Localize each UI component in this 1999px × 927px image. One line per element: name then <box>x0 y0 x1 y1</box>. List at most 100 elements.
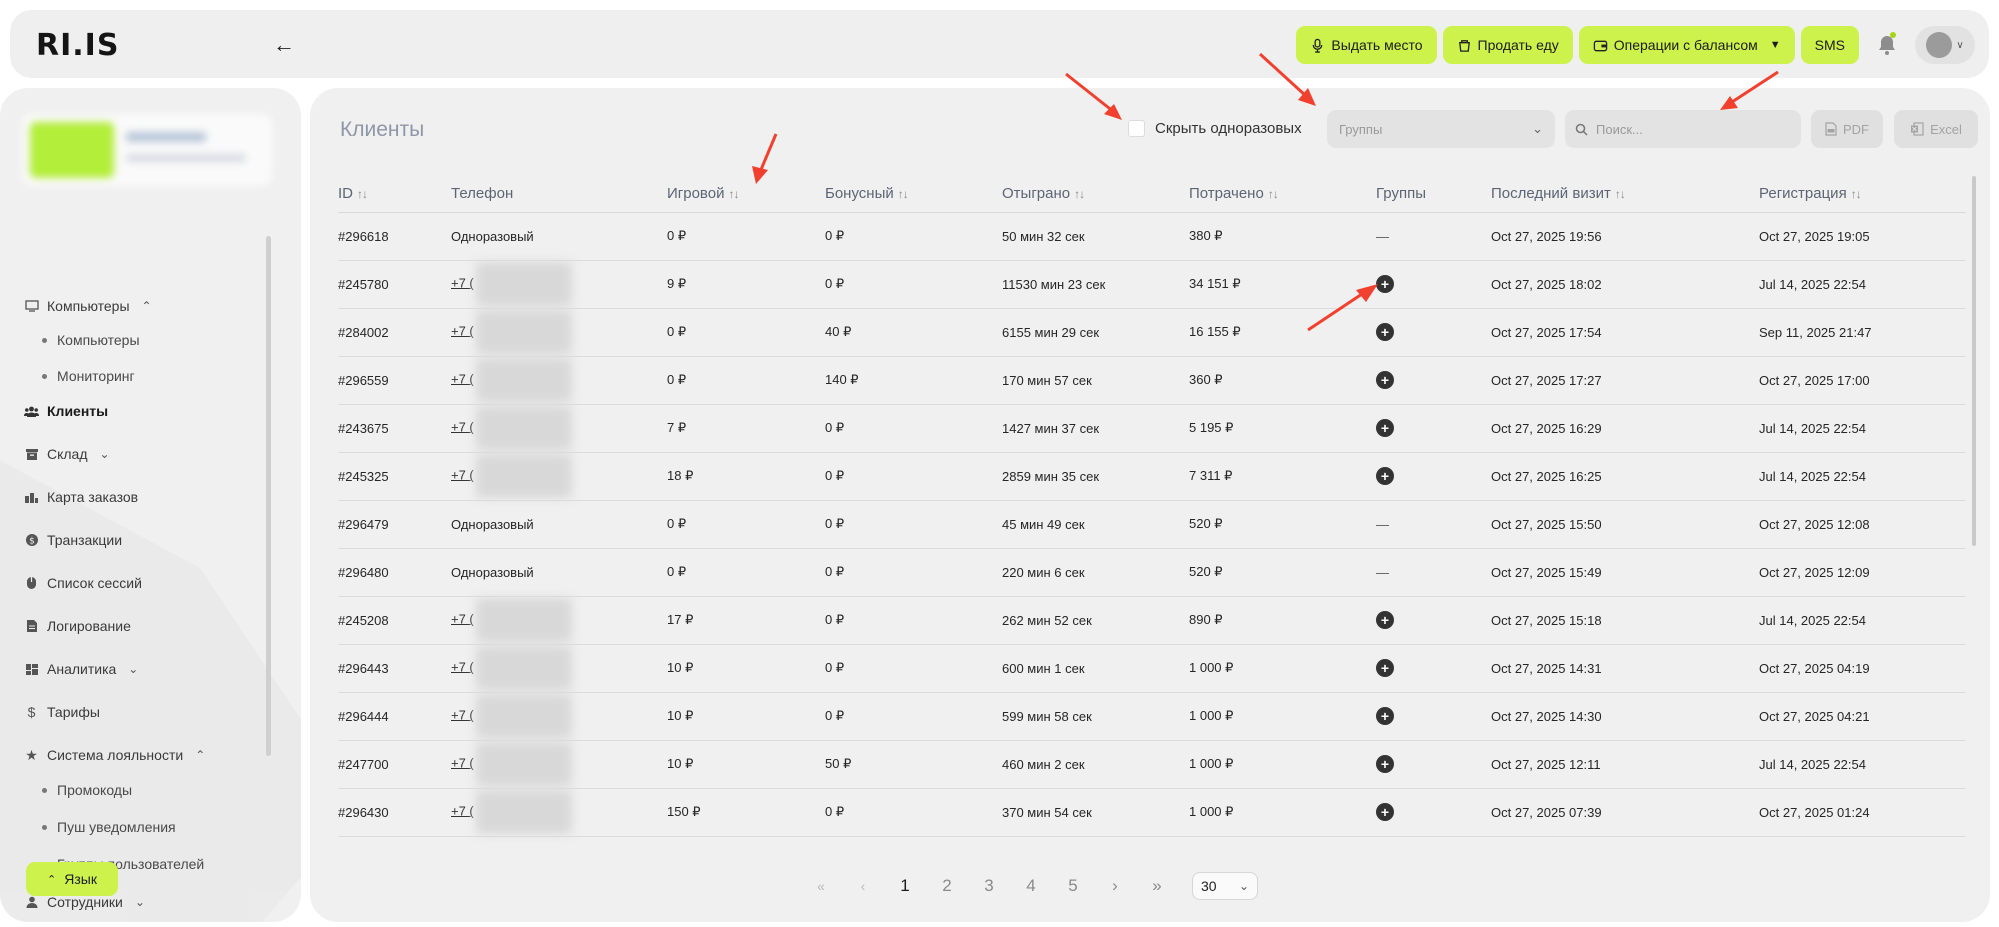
table-row[interactable]: #245780 +7 (9 ₽0 ₽11530 мин 23 сек 34 151 … <box>338 260 1966 309</box>
sidebar-item-computers[interactable]: Компьютеры ⌃ <box>24 298 152 314</box>
sidebar-sub-push[interactable]: Пуш уведомления <box>42 819 176 835</box>
sidebar-sub-monitoring[interactable]: Мониторинг <box>42 368 135 384</box>
page-1-button[interactable]: 1 <box>884 876 926 896</box>
phone-link[interactable]: +7 ( <box>451 803 474 818</box>
phone-link[interactable]: +7 ( <box>451 755 474 770</box>
cell-groups[interactable]: + <box>1376 740 1491 789</box>
back-arrow-icon[interactable]: ← <box>273 32 295 58</box>
add-group-plus-icon[interactable]: + <box>1376 419 1394 437</box>
col-header-played[interactable]: Отыграно ↑↓ <box>1002 172 1189 213</box>
table-row[interactable]: #296480 Одноразовый 0 ₽0 ₽220 мин 6 сек 520… <box>338 548 1966 597</box>
table-row[interactable]: #296444 +7 (10 ₽0 ₽599 мин 58 сек 1 000 ₽ +… <box>338 692 1966 741</box>
page-2-button[interactable]: 2 <box>926 876 968 896</box>
prev-page-button[interactable]: ‹ <box>842 878 884 894</box>
table-row[interactable]: #296443 +7 (10 ₽0 ₽600 мин 1 сек 1 000 ₽ + O… <box>338 644 1966 693</box>
sidebar-item-loyalty[interactable]: ★ Система лояльности ⌃ <box>24 747 205 764</box>
cell-phone[interactable]: +7 ( <box>451 260 667 309</box>
phone-link[interactable]: +7 ( <box>451 323 474 338</box>
cell-groups[interactable]: + <box>1376 260 1491 309</box>
sort-icon[interactable]: ↑↓ <box>1074 187 1085 201</box>
add-group-plus-icon[interactable]: + <box>1376 371 1394 389</box>
sidebar-item-transactions[interactable]: $ Транзакции <box>24 532 122 548</box>
sms-button[interactable]: SMS <box>1800 26 1859 64</box>
col-header-spent[interactable]: Потрачено ↑↓ <box>1189 172 1376 213</box>
table-scrollbar[interactable] <box>1972 176 1976 546</box>
cell-phone[interactable]: +7 ( <box>451 356 667 405</box>
sidebar-item-sessions[interactable]: Список сессий <box>24 575 142 591</box>
club-card[interactable] <box>22 114 272 186</box>
phone-link[interactable]: +7 ( <box>451 611 474 626</box>
table-row[interactable]: #296430 +7 (150 ₽0 ₽370 мин 54 сек 1 000 ₽… <box>338 788 1966 837</box>
table-row[interactable]: #247700 +7 (10 ₽50 ₽460 мин 2 сек 1 000 ₽ +… <box>338 740 1966 789</box>
app-logo[interactable]: RI.IS <box>36 28 119 63</box>
col-header-bonus[interactable]: Бонусный ↑↓ <box>825 172 1002 213</box>
per-page-select[interactable]: 30 ⌄ <box>1192 872 1258 900</box>
table-row[interactable]: #296618 Одноразовый 0 ₽0 ₽50 мин 32 сек 380… <box>338 212 1966 261</box>
user-menu[interactable]: ∨ <box>1915 26 1975 64</box>
sidebar-sub-promocodes[interactable]: Промокоды <box>42 782 132 798</box>
cell-phone[interactable]: +7 ( <box>451 644 667 693</box>
cell-phone[interactable]: +7 ( <box>451 308 667 357</box>
add-group-plus-icon[interactable]: + <box>1376 803 1394 821</box>
export-excel-button[interactable]: Excel <box>1894 110 1978 148</box>
cell-groups[interactable]: + <box>1376 788 1491 837</box>
language-button[interactable]: ⌃ Язык <box>26 862 118 896</box>
add-group-plus-icon[interactable]: + <box>1376 467 1394 485</box>
cell-phone[interactable]: +7 ( <box>451 692 667 741</box>
table-row[interactable]: #245208 +7 (17 ₽0 ₽262 мин 52 сек 890 ₽ + Oc… <box>338 596 1966 645</box>
add-group-plus-icon[interactable]: + <box>1376 611 1394 629</box>
page-4-button[interactable]: 4 <box>1010 876 1052 896</box>
add-group-plus-icon[interactable]: + <box>1376 659 1394 677</box>
add-group-plus-icon[interactable]: + <box>1376 707 1394 725</box>
sidebar-item-logging[interactable]: Логирование <box>24 618 131 634</box>
page-5-button[interactable]: 5 <box>1052 876 1094 896</box>
phone-link[interactable]: +7 ( <box>451 419 474 434</box>
table-row[interactable]: #296559 +7 (0 ₽140 ₽170 мин 57 сек 360 ₽ + O… <box>338 356 1966 405</box>
cell-groups[interactable]: + <box>1376 356 1491 405</box>
sidebar-item-clients[interactable]: Клиенты <box>24 403 108 419</box>
cell-groups[interactable]: + <box>1376 644 1491 693</box>
balance-operations-button[interactable]: Операции с балансом ▼ <box>1578 26 1795 64</box>
col-header-registration[interactable]: Регистрация ↑↓ <box>1759 172 1966 213</box>
last-page-button[interactable]: » <box>1136 876 1178 896</box>
notifications-bell-icon[interactable] <box>1869 26 1905 64</box>
add-group-plus-icon[interactable]: + <box>1376 755 1394 773</box>
cell-phone[interactable]: +7 ( <box>451 788 667 837</box>
phone-link[interactable]: +7 ( <box>451 371 474 386</box>
phone-link[interactable]: +7 ( <box>451 467 474 482</box>
sell-food-button[interactable]: Продать еду <box>1442 26 1573 64</box>
sidebar-item-tariffs[interactable]: $ Тарифы <box>24 704 100 720</box>
cell-phone[interactable]: +7 ( <box>451 452 667 501</box>
table-row[interactable]: #245325 +7 (18 ₽0 ₽2859 мин 35 сек 7 311 ₽… <box>338 452 1966 501</box>
cell-groups[interactable]: + <box>1376 692 1491 741</box>
next-page-button[interactable]: › <box>1094 876 1136 896</box>
sort-icon[interactable]: ↑↓ <box>1268 187 1279 201</box>
table-row[interactable]: #296479 Одноразовый 0 ₽0 ₽45 мин 49 сек 520… <box>338 500 1966 549</box>
cell-phone[interactable]: +7 ( <box>451 404 667 453</box>
phone-link[interactable]: +7 ( <box>451 659 474 674</box>
sidebar-item-analytics[interactable]: Аналитика ⌄ <box>24 661 138 677</box>
sidebar-scrollbar[interactable] <box>266 236 271 756</box>
sidebar-item-warehouse[interactable]: Склад ⌄ <box>24 446 110 462</box>
groups-select[interactable]: Группы ⌄ <box>1327 110 1555 148</box>
cell-groups[interactable]: + <box>1376 452 1491 501</box>
sort-icon[interactable]: ↑↓ <box>1851 187 1862 201</box>
hide-one-time-checkbox[interactable]: Скрыть одноразовых <box>1128 120 1302 137</box>
page-3-button[interactable]: 3 <box>968 876 1010 896</box>
cell-phone[interactable]: +7 ( <box>451 740 667 789</box>
sort-icon[interactable]: ↑↓ <box>1615 187 1626 201</box>
sidebar-item-orders-map[interactable]: Карта заказов <box>24 489 138 505</box>
cell-groups[interactable]: + <box>1376 404 1491 453</box>
sidebar-item-employees[interactable]: Сотрудники ⌄ <box>24 894 145 910</box>
phone-link[interactable]: +7 ( <box>451 275 474 290</box>
export-pdf-button[interactable]: PDF <box>1811 110 1883 148</box>
search-input[interactable] <box>1596 121 1786 137</box>
col-header-id[interactable]: ID ↑↓ <box>338 172 451 213</box>
first-page-button[interactable]: « <box>800 878 842 894</box>
cell-groups[interactable]: + <box>1376 308 1491 357</box>
table-row[interactable]: #284002 +7 (0 ₽40 ₽6155 мин 29 сек 16 155 … <box>338 308 1966 357</box>
cell-phone[interactable]: +7 ( <box>451 596 667 645</box>
sort-icon[interactable]: ↑↓ <box>898 187 909 201</box>
cell-groups[interactable]: + <box>1376 596 1491 645</box>
table-row[interactable]: #243675 +7 (7 ₽0 ₽1427 мин 37 сек 5 195 ₽ +… <box>338 404 1966 453</box>
